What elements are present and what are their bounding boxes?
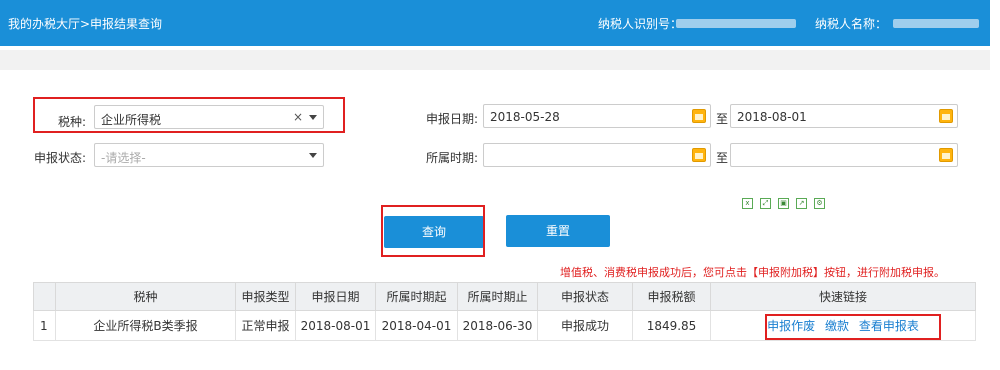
taxpayer-id-label: 纳税人识别号：	[598, 17, 683, 31]
taxpayer-name-redacted	[893, 19, 979, 28]
row-period-end: 2018-06-30	[457, 310, 538, 341]
report-date-to-input[interactable]: 2018-08-01	[730, 104, 958, 128]
chevron-down-icon[interactable]	[309, 153, 317, 158]
expand-icon[interactable]: ⤢	[760, 198, 771, 209]
page-spacer	[0, 50, 990, 70]
calendar-icon[interactable]	[939, 148, 953, 162]
print-icon[interactable]: ▣	[778, 198, 789, 209]
top-header-bar: 我的办税大厅>申报结果查询 纳税人识别号： 纳税人名称：	[0, 0, 990, 46]
col-amount[interactable]: 申报税额	[632, 282, 711, 311]
report-status-placeholder: -请选择-	[101, 151, 146, 165]
report-status-select[interactable]: -请选择-	[94, 143, 324, 167]
row-tax-type: 企业所得税B类季报	[55, 310, 236, 341]
period-to-input[interactable]	[730, 143, 958, 167]
row-status: 申报成功	[537, 310, 633, 341]
row-index: 1	[33, 310, 56, 341]
col-period-start[interactable]: 所属时期起	[375, 282, 458, 311]
row-period-start: 2018-04-01	[375, 310, 458, 341]
quick-links-highlight	[765, 314, 941, 340]
row-amount: 1849.85	[632, 310, 711, 341]
date-range-separator: 至	[716, 112, 729, 126]
period-from-input[interactable]	[483, 143, 711, 167]
excel-icon[interactable]: x	[742, 198, 753, 209]
report-date-from-value: 2018-05-28	[490, 110, 560, 124]
period-range-separator: 至	[716, 151, 729, 165]
period-label: 所属时期:	[425, 151, 478, 165]
export-icon[interactable]: ↗	[796, 198, 807, 209]
col-tax-type[interactable]: 税种	[55, 282, 236, 311]
table-toolbar: x ⤢ ▣ ↗ ⚙	[742, 194, 832, 209]
report-date-label: 申报日期:	[425, 112, 478, 126]
notice-text: 增值税、消费税申报成功后，您可点击【申报附加税】按钮，进行附加税申报。	[560, 266, 945, 279]
report-status-label: 申报状态:	[33, 151, 86, 165]
col-report-date[interactable]: 申报日期	[295, 282, 376, 311]
tax-type-highlight	[33, 97, 345, 133]
calendar-icon[interactable]	[939, 109, 953, 123]
col-index	[33, 282, 56, 311]
report-date-from-input[interactable]: 2018-05-28	[483, 104, 711, 128]
report-date-to-value: 2018-08-01	[737, 110, 807, 124]
calendar-icon[interactable]	[692, 148, 706, 162]
reset-button[interactable]: 重置	[506, 215, 610, 247]
taxpayer-id-redacted	[676, 19, 796, 28]
col-report-type[interactable]: 申报类型	[235, 282, 296, 311]
calendar-icon[interactable]	[692, 109, 706, 123]
taxpayer-name-label: 纳税人名称：	[815, 17, 888, 31]
row-report-date: 2018-08-01	[295, 310, 376, 341]
query-button-highlight	[381, 205, 485, 257]
col-quick-links: 快速链接	[710, 282, 976, 311]
col-period-end[interactable]: 所属时期止	[457, 282, 538, 311]
row-report-type: 正常申报	[235, 310, 296, 341]
col-status[interactable]: 申报状态	[537, 282, 633, 311]
settings-icon[interactable]: ⚙	[814, 198, 825, 209]
breadcrumb[interactable]: 我的办税大厅>申报结果查询	[8, 15, 162, 32]
table-header-row: 税种 申报类型 申报日期 所属时期起 所属时期止 申报状态 申报税额 快速链接	[33, 282, 976, 311]
